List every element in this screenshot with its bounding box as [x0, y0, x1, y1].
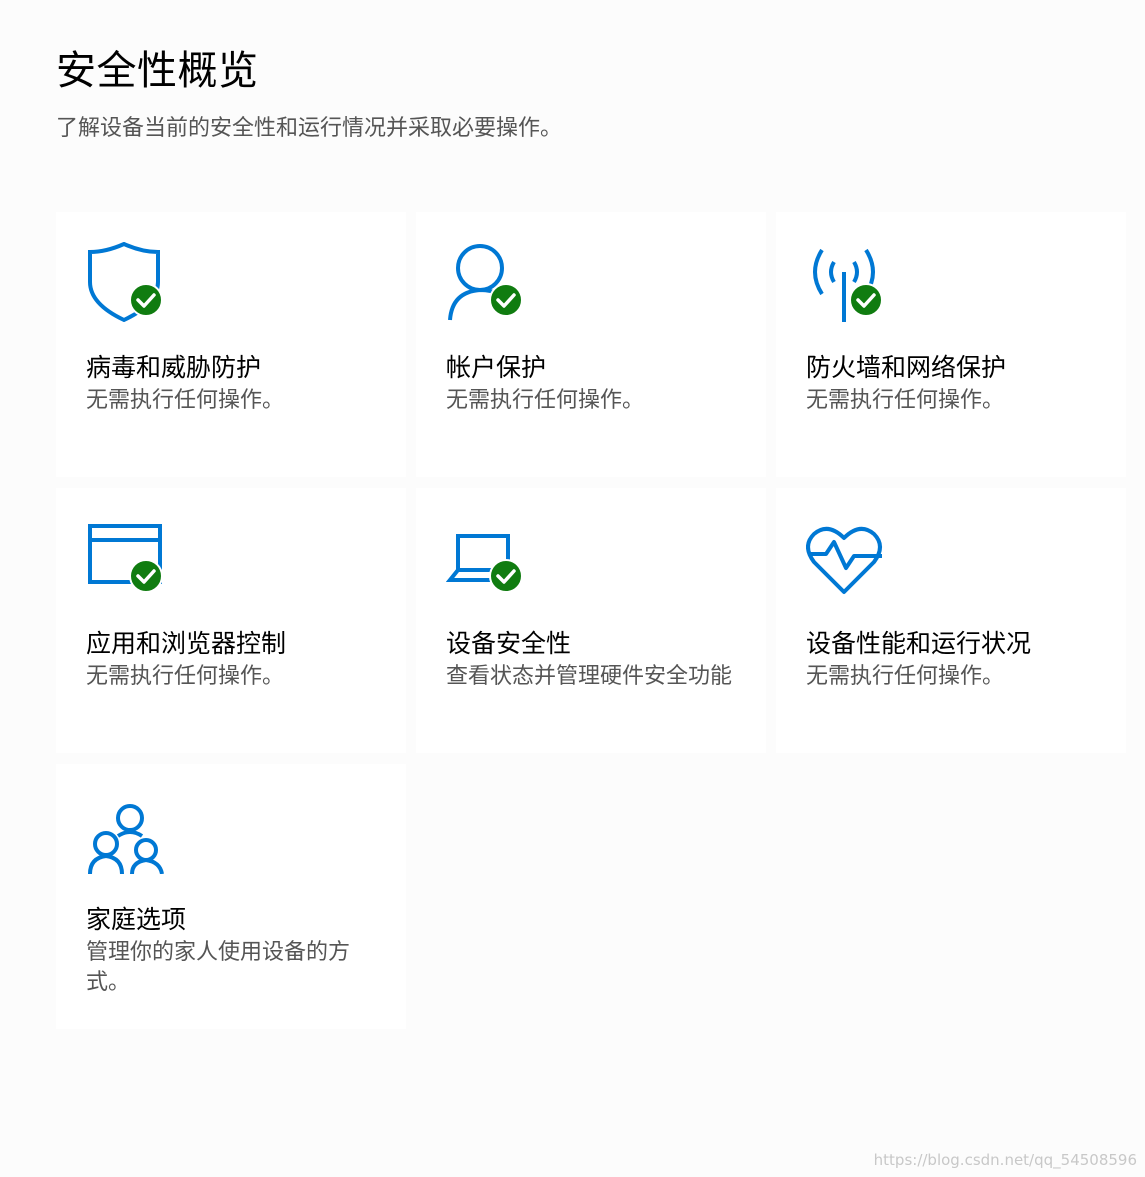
- card-app-browser-control[interactable]: 应用和浏览器控制 无需执行任何操作。: [56, 488, 406, 753]
- card-firewall-network-protection[interactable]: 防火墙和网络保护 无需执行任何操作。: [776, 212, 1126, 477]
- status-check-icon: [489, 559, 523, 593]
- heart-pulse-icon: [806, 518, 886, 598]
- watermark: https://blog.csdn.net/qq_54508596: [873, 1151, 1137, 1169]
- card-device-performance-health[interactable]: 设备性能和运行状况 无需执行任何操作。: [776, 488, 1126, 753]
- family-icon: [86, 794, 166, 875]
- card-title: 病毒和威胁防护: [86, 353, 262, 382]
- status-check-icon: [849, 283, 883, 317]
- card-desc: 管理你的家人使用设备的方式。: [86, 940, 351, 995]
- card-title: 防火墙和网络保护: [806, 353, 1007, 382]
- card-family-options[interactable]: 家庭选项 管理你的家人使用设备的方式。: [56, 764, 406, 1029]
- card-account-protection[interactable]: 帐户保护 无需执行任何操作。: [416, 212, 766, 477]
- card-title: 应用和浏览器控制: [86, 629, 287, 658]
- card-desc: 无需执行任何操作。: [86, 388, 285, 413]
- card-virus-threat-protection[interactable]: 病毒和威胁防护 无需执行任何操作。: [56, 212, 406, 477]
- card-title: 帐户保护: [446, 353, 547, 382]
- card-title: 家庭选项: [86, 905, 187, 934]
- status-check-icon: [129, 559, 163, 593]
- page-subtitle: 了解设备当前的安全性和运行情况并采取必要操作。: [56, 116, 563, 141]
- card-desc: 无需执行任何操作。: [446, 388, 645, 413]
- card-desc: 无需执行任何操作。: [806, 664, 1005, 689]
- card-desc: 查看状态并管理硬件安全功能: [446, 664, 733, 689]
- status-check-icon: [489, 283, 523, 317]
- page-title: 安全性概览: [56, 48, 259, 94]
- status-check-icon: [129, 283, 163, 317]
- card-desc: 无需执行任何操作。: [86, 664, 285, 689]
- card-device-security[interactable]: 设备安全性 查看状态并管理硬件安全功能: [416, 488, 766, 753]
- card-title: 设备性能和运行状况: [806, 629, 1032, 658]
- card-title: 设备安全性: [446, 629, 572, 658]
- card-desc: 无需执行任何操作。: [806, 388, 1005, 413]
